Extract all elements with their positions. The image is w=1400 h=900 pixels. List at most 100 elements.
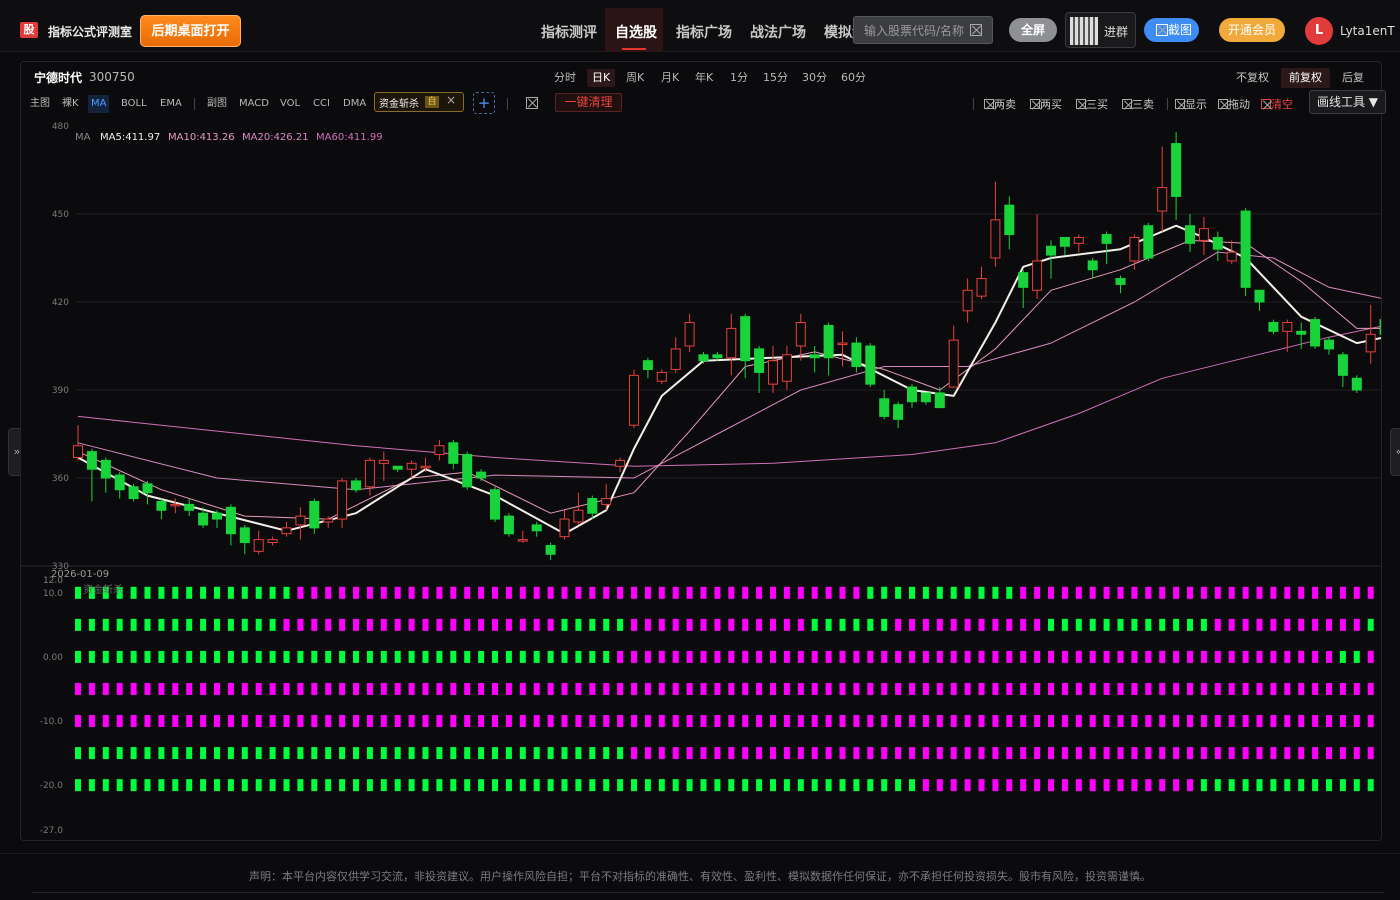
period-15min[interactable]: 15分 [758, 69, 793, 87]
indicator-ma[interactable]: MA [88, 95, 110, 113]
y-tick-label: 480 [52, 122, 69, 132]
period-intraday[interactable]: 分时 [549, 69, 581, 87]
signal-bar [464, 618, 471, 631]
period-1min[interactable]: 1分 [725, 69, 753, 87]
period-60min[interactable]: 60分 [836, 69, 871, 87]
signal-bar [505, 650, 512, 663]
period-daily[interactable]: 日K [587, 69, 616, 87]
signal-bar [1339, 715, 1346, 728]
candle [559, 518, 570, 538]
signal-bar [797, 682, 804, 695]
tool-drag[interactable]: 拖动 [1218, 96, 1250, 112]
fullscreen-button[interactable]: 全屏 [1009, 18, 1057, 42]
bare-k-toggle[interactable]: 裸K [59, 95, 82, 113]
signal-bar [742, 682, 749, 695]
tool-clear[interactable]: 清空 [1261, 96, 1293, 112]
signal-bar [158, 650, 165, 663]
signal-bar [1089, 650, 1096, 663]
signal-bar [505, 715, 512, 728]
ma5-value: MA5:411.97 [100, 132, 160, 143]
indicator-dma[interactable]: DMA [340, 95, 369, 113]
tool-three-sell[interactable]: 三卖 [1122, 96, 1154, 112]
signal-bar [1034, 586, 1041, 599]
clear-search-icon[interactable] [970, 24, 982, 36]
signal-bar [1075, 586, 1082, 599]
signal-bar [992, 747, 999, 760]
indicator-ema[interactable]: EMA [157, 95, 185, 113]
signal-bar [1089, 747, 1096, 760]
candle [823, 324, 834, 359]
right-collapse-arrow[interactable]: « [1390, 428, 1400, 476]
signal-bar [561, 779, 568, 792]
adjust-none[interactable]: 不复权 [1228, 68, 1277, 88]
tool-two-sell[interactable]: 两卖 [984, 96, 1016, 112]
signal-bar [241, 682, 248, 695]
indicator-cci[interactable]: CCI [310, 95, 333, 113]
signal-bar [436, 747, 443, 760]
signal-bar [1353, 747, 1360, 760]
signal-bar [297, 650, 304, 663]
nav-tab-simulation[interactable]: 模拟盘 [824, 22, 854, 42]
signal-bar [658, 747, 665, 760]
candle [920, 392, 931, 403]
signal-bar [144, 682, 151, 695]
signal-bar [478, 618, 485, 631]
tool-show[interactable]: 显示 [1175, 96, 1207, 112]
divider [973, 98, 974, 110]
candle [490, 489, 500, 520]
username[interactable]: Lyta1enT [1340, 24, 1395, 38]
period-30min[interactable]: 30分 [797, 69, 832, 87]
candle [1185, 225, 1195, 244]
divider [194, 98, 195, 110]
signal-bar [283, 650, 290, 663]
kline-chart[interactable]: 48045042039036033012.010.00.00-10.0-20.0… [21, 118, 1381, 840]
toggle-icon[interactable] [526, 97, 538, 109]
remove-indicator-icon[interactable]: × [446, 93, 456, 107]
indicator-boll[interactable]: BOLL [118, 95, 150, 113]
signal-bar [1367, 618, 1374, 631]
signal-bar [603, 779, 610, 792]
nav-tab-indicator-review[interactable]: 指标测评 [541, 22, 597, 42]
period-monthly[interactable]: 月K [656, 69, 684, 87]
stock-search-input[interactable] [864, 22, 964, 40]
signal-bar [672, 618, 679, 631]
vip-button[interactable]: 开通会员 [1219, 18, 1285, 42]
screenshot-button[interactable]: 截图 [1144, 18, 1199, 42]
signal-bar [1242, 586, 1249, 599]
join-group-button[interactable]: 进群 [1065, 12, 1136, 48]
open-desktop-button[interactable]: 后期桌面打开 [140, 15, 241, 47]
nav-tab-watchlist[interactable]: 自选股 [615, 22, 657, 42]
tool-two-buy[interactable]: 两买 [1030, 96, 1062, 112]
signal-bar [1103, 747, 1110, 760]
add-indicator-button[interactable]: + [473, 92, 495, 114]
signal-bar [311, 715, 318, 728]
adjust-forward[interactable]: 前复权 [1281, 68, 1330, 88]
clear-all-button[interactable]: 一键清理 [555, 93, 622, 112]
draw-tools-dropdown[interactable]: 画线工具 ▼ [1309, 90, 1386, 114]
disclaimer: 声明：本平台内容仅供学习交流，非投资建议。用户操作风险自担；平台不对指标的准确性… [249, 870, 1151, 883]
signal-bar [464, 586, 471, 599]
custom-indicator-tag[interactable]: 资金斩杀 自 × [374, 92, 464, 112]
user-avatar[interactable]: L [1305, 17, 1333, 45]
signal-bar [1353, 779, 1360, 792]
period-yearly[interactable]: 年K [690, 69, 718, 87]
tool-three-buy[interactable]: 三买 [1076, 96, 1108, 112]
signal-bar [88, 682, 95, 695]
signal-bar [700, 650, 707, 663]
nav-tab-strategy-plaza[interactable]: 战法广场 [750, 22, 806, 42]
signal-bar [1326, 618, 1332, 631]
signal-bar [936, 682, 943, 695]
candle [656, 371, 667, 382]
signal-bar [1284, 747, 1291, 760]
candle [809, 354, 820, 359]
indicator-macd[interactable]: MACD [236, 95, 272, 113]
signal-bar [366, 586, 373, 599]
candle [768, 360, 778, 385]
signal-bar [881, 650, 888, 663]
signal-bar [1061, 586, 1068, 599]
signal-bar [811, 618, 818, 631]
adjust-backward[interactable]: 后复权 [1334, 68, 1381, 104]
period-weekly[interactable]: 周K [621, 69, 649, 87]
indicator-vol[interactable]: VOL [277, 95, 303, 113]
nav-tab-indicator-plaza[interactable]: 指标广场 [676, 22, 732, 42]
